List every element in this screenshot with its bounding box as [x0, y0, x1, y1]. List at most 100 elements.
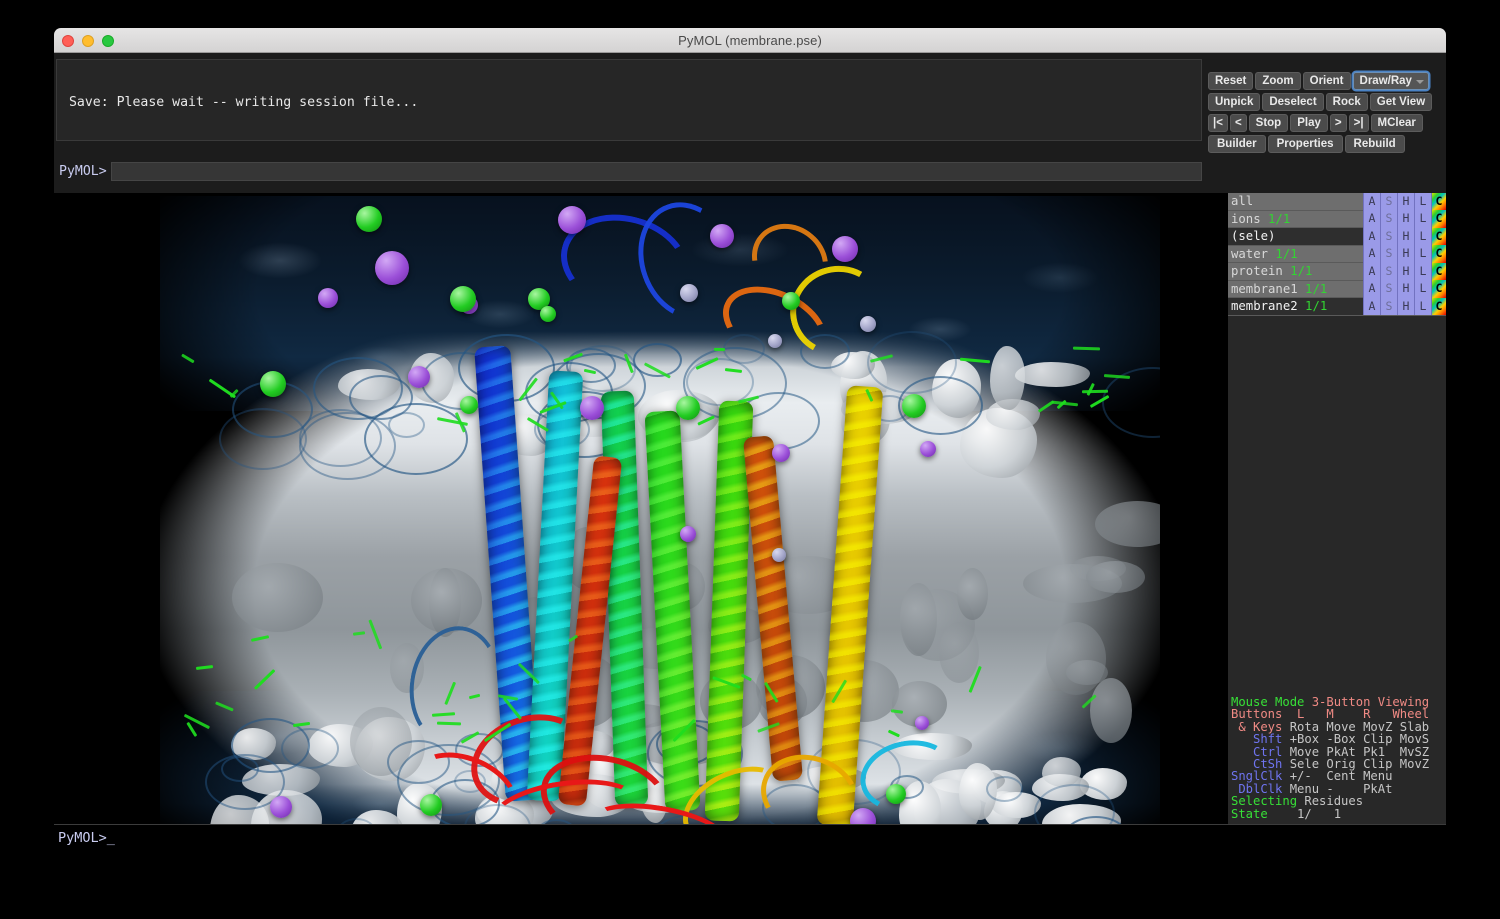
zoom-button[interactable]: Zoom — [1255, 72, 1300, 90]
molecular-scene[interactable] — [160, 196, 1160, 841]
movie-stop-button[interactable]: Stop — [1249, 114, 1289, 132]
chloride-ion — [260, 371, 286, 397]
3d-viewport[interactable] — [54, 193, 1262, 848]
object-state: 1/1 — [1268, 247, 1298, 261]
movie-next-button[interactable]: > — [1330, 114, 1347, 132]
object-action-a-button[interactable]: A — [1363, 245, 1380, 263]
chloride-ion — [540, 306, 556, 322]
lipid-headgroup — [1015, 362, 1090, 387]
sodium-ion — [915, 716, 929, 730]
mouse-mode-panel: Mouse Mode 3-Button ViewingButtons L M R… — [1231, 696, 1445, 820]
object-action-l-button[interactable]: L — [1414, 280, 1431, 298]
object-action-h-button[interactable]: H — [1397, 210, 1414, 228]
get-view-button[interactable]: Get View — [1370, 93, 1432, 111]
object-action-h-button[interactable]: H — [1397, 298, 1414, 316]
console-pane: Save: Please wait -- writing session fil… — [54, 53, 1204, 193]
object-action-l-button[interactable]: L — [1414, 228, 1431, 246]
lipid-headgroup — [1042, 757, 1081, 787]
object-name[interactable]: water 1/1 — [1228, 247, 1363, 261]
movie-play-button[interactable]: Play — [1290, 114, 1328, 132]
object-action-l-button[interactable]: L — [1414, 245, 1431, 263]
object-list-row[interactable]: ions 1/1ASHLC — [1228, 211, 1446, 229]
object-action-s-button[interactable]: S — [1380, 280, 1397, 298]
deselect-button[interactable]: Deselect — [1262, 93, 1323, 111]
ligand-stick — [1082, 390, 1108, 393]
object-action-c-button[interactable]: C — [1431, 263, 1446, 281]
chloride-ion — [886, 784, 906, 804]
object-action-l-button[interactable]: L — [1414, 263, 1431, 281]
object-action-c-button[interactable]: C — [1431, 280, 1446, 298]
properties-button[interactable]: Properties — [1268, 135, 1343, 153]
prompt-label: PyMOL> — [56, 164, 111, 179]
object-action-a-button[interactable]: A — [1363, 210, 1380, 228]
object-name[interactable]: protein 1/1 — [1228, 264, 1363, 278]
unpick-button[interactable]: Unpick — [1208, 93, 1260, 111]
maximize-button[interactable] — [102, 35, 114, 47]
object-action-a-button[interactable]: A — [1363, 263, 1380, 281]
object-action-s-button[interactable]: S — [1380, 298, 1397, 316]
object-action-c-button[interactable]: C — [1431, 245, 1446, 263]
close-button[interactable] — [62, 35, 74, 47]
object-action-c-button[interactable]: C — [1431, 210, 1446, 228]
object-list-row[interactable]: water 1/1ASHLC — [1228, 246, 1446, 264]
object-action-c-button[interactable]: C — [1431, 298, 1446, 316]
object-action-s-button[interactable]: S — [1380, 193, 1397, 211]
reset-button[interactable]: Reset — [1208, 72, 1253, 90]
object-action-h-button[interactable]: H — [1397, 245, 1414, 263]
mclear-button[interactable]: MClear — [1371, 114, 1423, 132]
object-action-l-button[interactable]: L — [1414, 210, 1431, 228]
object-name[interactable]: (sele) — [1228, 229, 1363, 243]
object-action-a-button[interactable]: A — [1363, 280, 1380, 298]
minimize-button[interactable] — [82, 35, 94, 47]
ion-sphere — [768, 334, 782, 348]
movie-first-button[interactable]: |< — [1208, 114, 1228, 132]
object-list-row[interactable]: allASHLC — [1228, 193, 1446, 211]
object-name[interactable]: all — [1228, 194, 1363, 208]
object-action-l-button[interactable]: L — [1414, 298, 1431, 316]
control-button-row: UnpickDeselectRockGet View — [1208, 93, 1442, 111]
object-action-buttons: ASHLC — [1363, 280, 1446, 298]
object-action-h-button[interactable]: H — [1397, 263, 1414, 281]
object-list[interactable]: allASHLCions 1/1ASHLC(sele)ASHLCwater 1/… — [1228, 193, 1446, 316]
lipid-tail-region — [1090, 678, 1132, 743]
object-action-s-button[interactable]: S — [1380, 210, 1397, 228]
object-action-s-button[interactable]: S — [1380, 263, 1397, 281]
sodium-ion — [680, 526, 696, 542]
builder-button[interactable]: Builder — [1208, 135, 1266, 153]
object-list-row[interactable]: protein 1/1ASHLC — [1228, 263, 1446, 281]
lipid-tail-region — [900, 583, 937, 656]
object-name[interactable]: ions 1/1 — [1228, 212, 1363, 226]
object-action-a-button[interactable]: A — [1363, 298, 1380, 316]
water-contour — [986, 776, 1023, 802]
orient-button[interactable]: Orient — [1303, 72, 1351, 90]
sodium-ion — [558, 206, 586, 234]
object-action-c-button[interactable]: C — [1431, 193, 1446, 211]
draw-ray-dropdown[interactable]: Draw/Ray — [1353, 72, 1429, 90]
object-action-a-button[interactable]: A — [1363, 193, 1380, 211]
object-state: 1/1 — [1298, 282, 1328, 296]
object-name[interactable]: membrane1 1/1 — [1228, 282, 1363, 296]
window-title: PyMOL (membrane.pse) — [678, 33, 822, 48]
object-action-s-button[interactable]: S — [1380, 228, 1397, 246]
rebuild-button[interactable]: Rebuild — [1345, 135, 1405, 153]
object-action-l-button[interactable]: L — [1414, 193, 1431, 211]
state-label: State — [1231, 807, 1290, 821]
movie-last-button[interactable]: >| — [1349, 114, 1369, 132]
object-action-h-button[interactable]: H — [1397, 280, 1414, 298]
lipid-tail-region — [939, 622, 979, 683]
object-action-h-button[interactable]: H — [1397, 228, 1414, 246]
object-list-row[interactable]: membrane1 1/1ASHLC — [1228, 281, 1446, 299]
movie-prev-button[interactable]: < — [1230, 114, 1247, 132]
object-list-row[interactable]: (sele)ASHLC — [1228, 228, 1446, 246]
object-action-c-button[interactable]: C — [1431, 228, 1446, 246]
sodium-ion — [580, 396, 604, 420]
object-action-s-button[interactable]: S — [1380, 245, 1397, 263]
object-name[interactable]: membrane2 1/1 — [1228, 299, 1363, 313]
command-input[interactable] — [111, 162, 1202, 181]
rock-button[interactable]: Rock — [1326, 93, 1368, 111]
object-action-a-button[interactable]: A — [1363, 228, 1380, 246]
object-list-row[interactable]: membrane2 1/1ASHLC — [1228, 298, 1446, 316]
sodium-ion — [408, 366, 430, 388]
ion-sphere — [860, 316, 876, 332]
object-action-h-button[interactable]: H — [1397, 193, 1414, 211]
